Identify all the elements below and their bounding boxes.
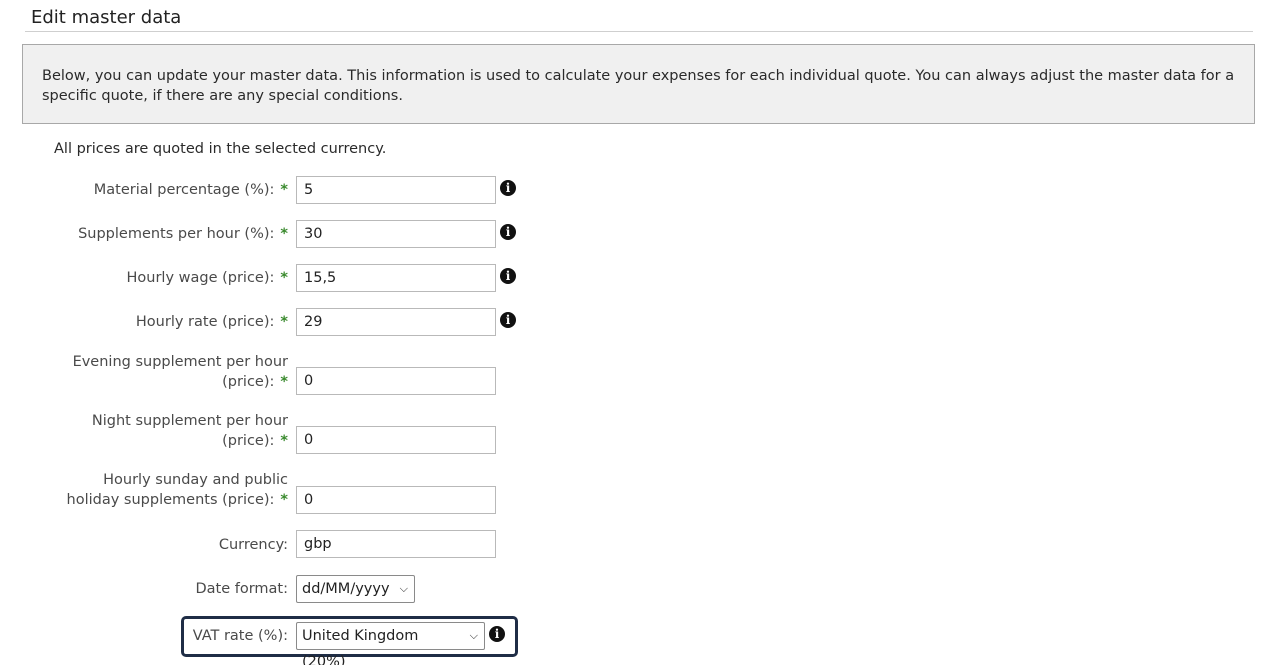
currency-input[interactable]: gbp (296, 530, 496, 558)
hourly-rate-label: Hourly rate (price): * (135, 314, 288, 330)
title-divider (25, 31, 1253, 32)
info-icon[interactable]: i (500, 312, 516, 328)
material-percentage-label: Material percentage (%): * (93, 182, 288, 198)
hourly-wage-label: Hourly wage (price): * (126, 270, 288, 286)
required-mark: * (280, 433, 288, 449)
required-mark: * (280, 226, 288, 242)
hourly-wage-input[interactable]: 15,5 (296, 264, 496, 292)
date-format-select[interactable]: dd/MM/yyyy ⌵ (296, 575, 415, 603)
vat-rate-label: VAT rate (%): (192, 628, 288, 644)
evening-supplement-label: Evening supplement per hour (price): * (72, 354, 288, 390)
night-supplement-label: Night supplement per hour (price): * (91, 413, 288, 449)
holiday-supplement-input[interactable]: 0 (296, 486, 496, 514)
info-icon[interactable]: i (500, 268, 516, 284)
date-format-value: dd/MM/yyyy (302, 581, 390, 597)
edit-master-data-page: Edit master data Below, you can update y… (0, 0, 1278, 665)
prices-note: All prices are quoted in the selected cu… (54, 141, 387, 157)
vat-rate-value: United Kingdom (20%) (302, 628, 419, 665)
date-format-label: Date format: (195, 581, 288, 597)
evening-supplement-input[interactable]: 0 (296, 367, 496, 395)
currency-label: Currency: (218, 537, 288, 553)
vat-rate-select[interactable]: United Kingdom (20%) ⌵ (296, 622, 485, 665)
intro-text: Below, you can update your master data. … (42, 68, 1235, 104)
required-mark: * (280, 314, 288, 330)
required-mark: * (280, 182, 288, 198)
info-icon[interactable]: i (489, 626, 505, 642)
info-icon[interactable]: i (500, 224, 516, 240)
info-icon[interactable]: i (500, 180, 516, 196)
holiday-supplement-label: Hourly sunday and public holiday supplem… (66, 472, 288, 508)
material-percentage-input[interactable]: 5 (296, 176, 496, 204)
required-mark: * (280, 492, 288, 508)
hourly-rate-input[interactable]: 29 (296, 308, 496, 336)
night-supplement-input[interactable]: 0 (296, 426, 496, 454)
page-title: Edit master data (31, 7, 182, 28)
chevron-down-icon: ⌵ (399, 582, 408, 595)
supplements-per-hour-label: Supplements per hour (%): * (78, 226, 288, 242)
required-mark: * (280, 374, 288, 390)
required-mark: * (280, 270, 288, 286)
supplements-per-hour-input[interactable]: 30 (296, 220, 496, 248)
intro-box: Below, you can update your master data. … (22, 44, 1255, 124)
chevron-down-icon: ⌵ (469, 629, 478, 642)
